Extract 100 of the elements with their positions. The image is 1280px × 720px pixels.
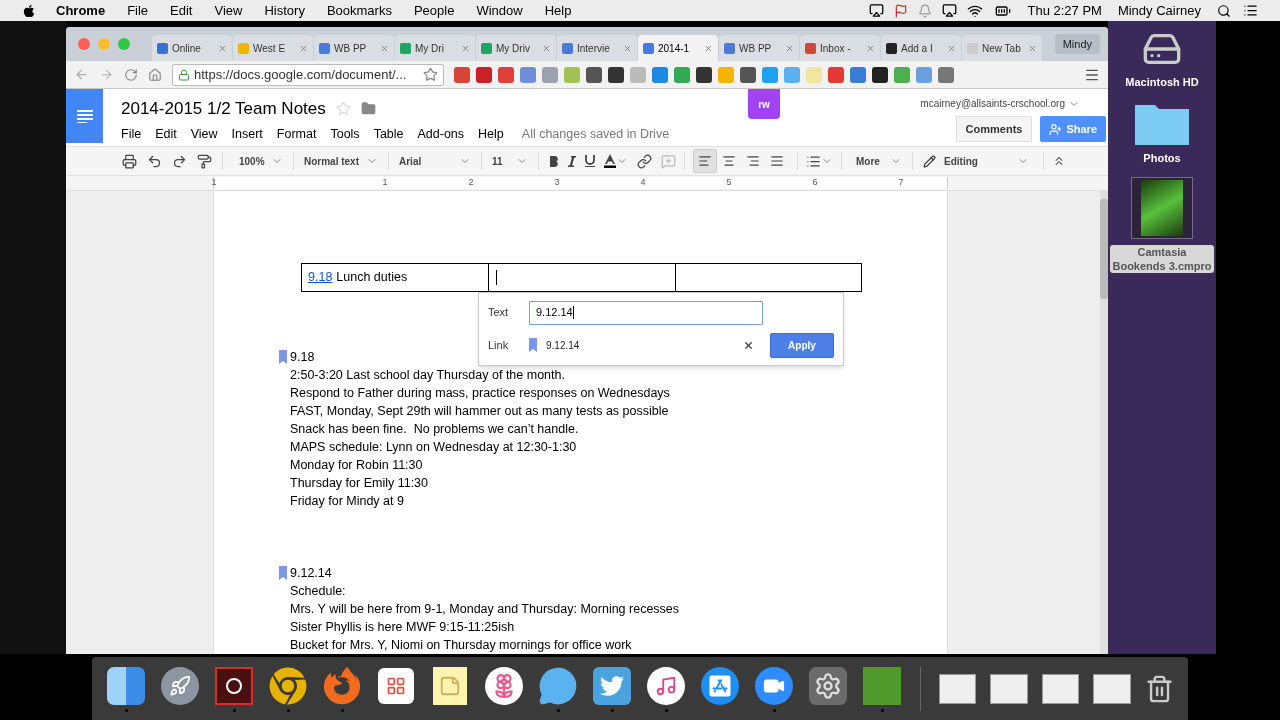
list-icon[interactable] bbox=[1243, 3, 1258, 18]
extension-icon[interactable] bbox=[696, 66, 712, 83]
menu-item[interactable]: Help bbox=[544, 0, 572, 21]
gear-icon[interactable] bbox=[808, 665, 848, 706]
menu-item[interactable]: Edit bbox=[170, 0, 193, 21]
browser-icon[interactable] bbox=[268, 665, 308, 706]
extension-icon[interactable] bbox=[608, 66, 624, 83]
browser-tab[interactable]: WB PP bbox=[314, 35, 394, 61]
close-icon[interactable] bbox=[947, 43, 956, 53]
account-email[interactable]: mcairney@allsaints-crschool.org bbox=[920, 96, 1065, 111]
menu-item[interactable]: View bbox=[214, 0, 243, 21]
menu-item[interactable]: File bbox=[127, 0, 149, 21]
folder-icon[interactable] bbox=[360, 101, 376, 117]
window-thumbnail[interactable] bbox=[1041, 673, 1080, 704]
close-icon[interactable] bbox=[299, 43, 308, 53]
bold-icon[interactable] bbox=[549, 155, 559, 167]
close-icon[interactable] bbox=[380, 43, 389, 53]
apply-button[interactable]: Apply bbox=[770, 332, 834, 358]
remove-icon[interactable] bbox=[743, 339, 754, 351]
menu-item[interactable]: Window bbox=[476, 0, 523, 21]
align-button[interactable] bbox=[693, 149, 717, 173]
browser-tab[interactable]: Online bbox=[152, 35, 232, 61]
reload-icon[interactable] bbox=[124, 67, 138, 82]
browser-tab[interactable]: My Driv bbox=[476, 35, 556, 61]
window-thumbnail[interactable] bbox=[938, 673, 977, 704]
window-thumbnail[interactable] bbox=[990, 673, 1028, 704]
star-icon[interactable] bbox=[423, 67, 438, 82]
window-thumbnail[interactable] bbox=[1093, 673, 1131, 704]
document-title[interactable]: 2014-2015 1/2 Team Notes bbox=[121, 96, 326, 122]
menu-item[interactable]: Tools bbox=[330, 124, 360, 144]
menu-item[interactable]: File bbox=[121, 124, 142, 144]
undo-icon[interactable] bbox=[147, 153, 162, 169]
ruler[interactable]: 1 1 2 3 4 5 6 7 bbox=[213, 177, 948, 189]
link-icon[interactable] bbox=[637, 153, 652, 169]
close-icon[interactable] bbox=[542, 43, 551, 53]
menu-item[interactable]: Format bbox=[276, 124, 317, 144]
browser-tab[interactable]: 2014-1 bbox=[638, 35, 718, 61]
menu-item[interactable]: Insert bbox=[231, 124, 263, 144]
close-icon[interactable] bbox=[623, 43, 632, 53]
print-icon[interactable] bbox=[122, 153, 137, 169]
browser-icon[interactable] bbox=[322, 665, 362, 706]
collapse-icon[interactable] bbox=[1052, 154, 1066, 168]
menu-item[interactable]: Help bbox=[478, 124, 504, 144]
editing-mode-dropdown[interactable]: Editing bbox=[917, 153, 1035, 169]
file-thumbnail[interactable] bbox=[1131, 177, 1193, 239]
home-icon[interactable] bbox=[148, 67, 162, 82]
comments-button[interactable]: Comments bbox=[955, 116, 1033, 142]
browser-tab[interactable]: New Tab bbox=[962, 35, 1042, 61]
bird-icon[interactable] bbox=[592, 665, 632, 706]
font-size-dropdown[interactable]: 11 bbox=[486, 153, 534, 169]
close-icon[interactable] bbox=[461, 43, 470, 53]
extension-badge[interactable]: rw bbox=[748, 89, 780, 119]
apple-icon[interactable] bbox=[22, 3, 36, 18]
user-name[interactable]: Mindy Cairney bbox=[1117, 0, 1201, 21]
browser-tab[interactable]: West E bbox=[233, 35, 313, 61]
text-input[interactable]: 9.12.14 bbox=[529, 300, 763, 325]
close-icon[interactable] bbox=[785, 43, 794, 53]
browser-tab[interactable]: Add a I bbox=[881, 35, 961, 61]
close-icon[interactable] bbox=[1028, 43, 1037, 53]
display-icon[interactable] bbox=[942, 3, 958, 18]
style-dropdown[interactable]: Normal text bbox=[298, 153, 384, 169]
speech-bubble-icon[interactable] bbox=[538, 665, 578, 706]
underline-icon[interactable] bbox=[585, 155, 595, 167]
menu-item[interactable]: Bookmarks bbox=[326, 0, 392, 21]
app-tile-icon[interactable] bbox=[862, 665, 902, 706]
clock[interactable]: Thu 2:27 PM bbox=[1027, 0, 1102, 21]
menu-item[interactable]: Add-ons bbox=[417, 124, 465, 144]
extension-icon[interactable] bbox=[740, 66, 756, 83]
address-field[interactable]: https://docs.google.com/document/... bbox=[172, 63, 444, 86]
text-color-button[interactable] bbox=[604, 154, 628, 168]
link-target[interactable]: 9.12.14 bbox=[546, 337, 580, 353]
app-grid-icon[interactable] bbox=[376, 665, 416, 706]
line-spacing-button[interactable] bbox=[806, 153, 833, 169]
close-icon[interactable] bbox=[704, 43, 713, 53]
zoom-dropdown[interactable]: 100% bbox=[233, 153, 289, 169]
browser-tab[interactable]: WB PP bbox=[719, 35, 799, 61]
browser-tab[interactable]: Intervie bbox=[557, 35, 637, 61]
browser-tab[interactable]: My Dri bbox=[395, 35, 475, 61]
search-icon[interactable] bbox=[1217, 3, 1231, 18]
menu-item[interactable]: Table bbox=[373, 124, 404, 144]
redo-icon[interactable] bbox=[172, 153, 187, 169]
italic-icon[interactable] bbox=[568, 155, 576, 167]
extension-icon[interactable] bbox=[872, 66, 888, 83]
scrollbar[interactable] bbox=[1100, 191, 1108, 654]
profile-button[interactable]: Mindy bbox=[1054, 33, 1100, 55]
close-icon[interactable] bbox=[218, 43, 227, 53]
bookmark-link[interactable]: 9.18 bbox=[308, 268, 333, 287]
notification-icon[interactable] bbox=[918, 3, 933, 18]
browser-tab[interactable]: Inbox - bbox=[800, 35, 880, 61]
menu-item[interactable]: People bbox=[413, 0, 455, 21]
extension-icon[interactable] bbox=[586, 66, 602, 83]
notepad-icon[interactable] bbox=[430, 665, 470, 706]
docs-logo[interactable] bbox=[66, 89, 103, 143]
airplay-icon[interactable] bbox=[869, 3, 885, 18]
close-icon[interactable] bbox=[866, 43, 875, 53]
menu-item[interactable]: History bbox=[264, 0, 305, 21]
paint-format-icon[interactable] bbox=[197, 153, 212, 169]
font-dropdown[interactable]: Arial bbox=[393, 153, 477, 169]
menu-item[interactable]: View bbox=[190, 124, 218, 144]
app-menu[interactable]: Chrome bbox=[56, 0, 106, 21]
